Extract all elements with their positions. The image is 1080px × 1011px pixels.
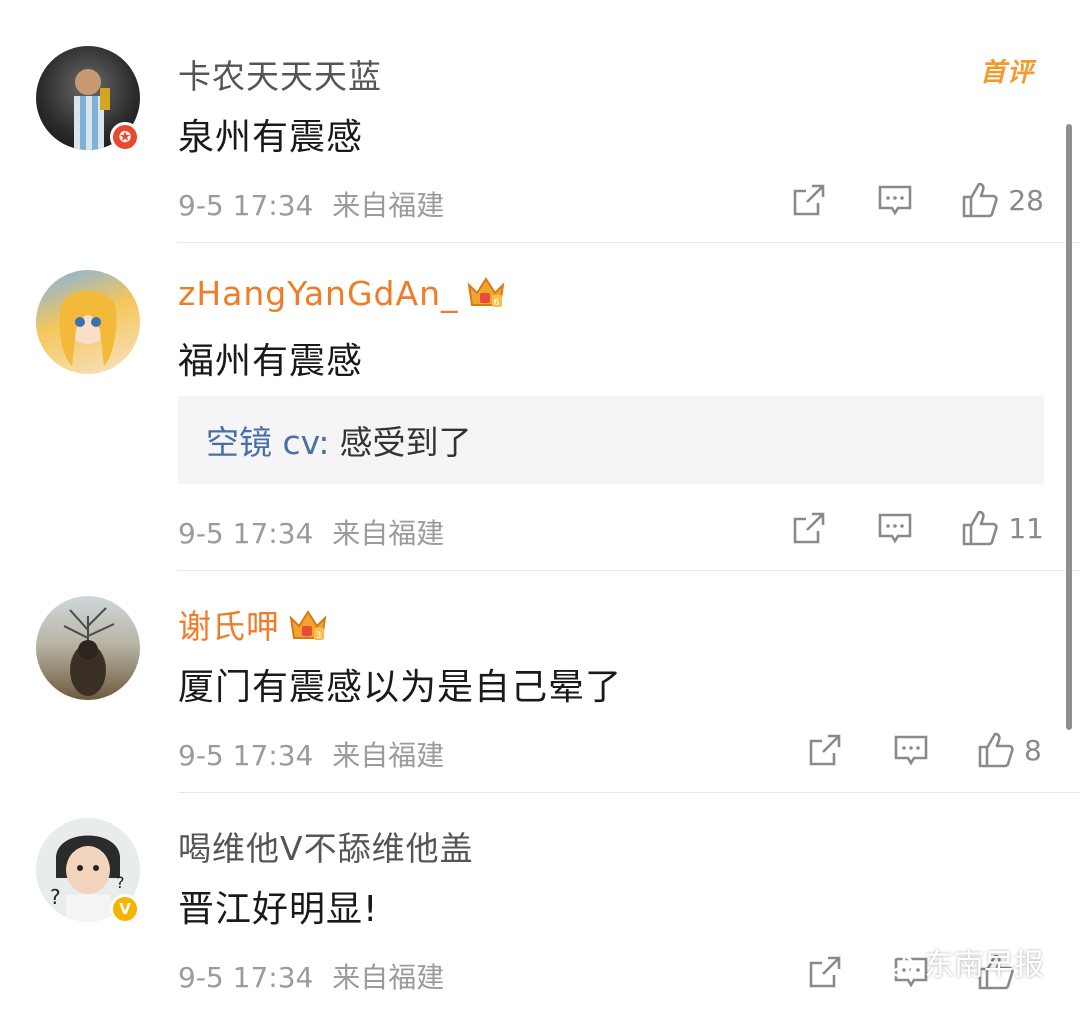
crown-level: 3 (316, 631, 323, 641)
first-comment-tag: 首评 (980, 58, 1035, 88)
comment-meta: 9-5 17:34 来自福建 (178, 734, 444, 774)
reply-username[interactable]: 空镜 cv: (206, 416, 329, 464)
comment-icon (894, 735, 928, 766)
comment-username[interactable]: zHangYanGdAn_ 6 (178, 274, 506, 317)
username-text: zHangYanGdAn_ (178, 274, 459, 313)
thumb-up-icon (963, 182, 999, 218)
thumb-up-icon (978, 732, 1014, 768)
like-button[interactable]: 11 (960, 508, 1044, 548)
reply-button[interactable] (876, 181, 914, 219)
crown-level: 6 (494, 298, 501, 308)
svg-text:?: ? (50, 885, 61, 909)
like-count: 8 (1024, 733, 1042, 767)
share-button[interactable] (790, 509, 828, 547)
wechat-icon (872, 945, 915, 978)
like-button[interactable]: 8 (976, 730, 1044, 770)
like-count: 28 (1008, 183, 1044, 217)
reply-text: 感受到了 (339, 423, 472, 462)
comment-time: 9-5 17:34 (178, 739, 314, 772)
comment-actions: 28 (790, 180, 1044, 220)
thumb-up-icon (963, 510, 999, 546)
share-icon (809, 956, 841, 988)
divider (178, 792, 1080, 793)
crown-icon: 6 (466, 275, 506, 317)
share-icon (809, 734, 841, 766)
comment-username[interactable]: 谢氏呷 3 (178, 600, 328, 650)
comment-meta: 9-5 17:34 来自福建 (178, 956, 444, 996)
comment-meta: 9-5 17:34 来自福建 (178, 512, 444, 552)
svg-text:?: ? (116, 873, 125, 892)
comment-time: 9-5 17:34 (178, 517, 314, 550)
comment-icon (879, 513, 912, 544)
reply-button[interactable] (876, 509, 914, 547)
watermark-text: 东南早报 (924, 948, 1044, 983)
share-button[interactable] (790, 181, 828, 219)
comment-text: 泉州有震感 (178, 117, 364, 158)
comment-location: 来自福建 (332, 739, 445, 772)
watermark: 东南早报 (872, 940, 1044, 984)
like-button[interactable]: 28 (960, 180, 1044, 220)
reply-preview[interactable]: 空镜 cv: 感受到了 (178, 396, 1044, 484)
crown-icon: 3 (288, 608, 328, 650)
comment-text: 厦门有震感以为是自己晕了 (178, 667, 623, 708)
share-button[interactable] (806, 731, 844, 769)
comment-time: 9-5 17:34 (178, 961, 314, 994)
comment-text: 晋江好明显! (178, 889, 379, 930)
comment-location: 来自福建 (332, 961, 445, 994)
share-icon (794, 184, 825, 216)
comment-text: 福州有震感 (178, 341, 364, 382)
reply-button[interactable] (892, 731, 930, 769)
verified-badge-icon: ✪ (110, 122, 140, 152)
comment-location: 来自福建 (332, 517, 445, 550)
username-text: 谢氏呷 (178, 607, 280, 646)
comment-actions: 8 (806, 730, 1044, 770)
comment-icon (879, 185, 912, 216)
comment-actions: 11 (790, 508, 1044, 548)
share-button[interactable] (806, 953, 844, 991)
divider (178, 242, 1080, 243)
comment-meta: 9-5 17:34 来自福建 (178, 184, 444, 224)
comment-username[interactable]: 喝维他V不舔维他盖 (178, 822, 474, 870)
avatar[interactable] (36, 270, 140, 374)
comment-location: 来自福建 (332, 189, 445, 222)
share-icon (794, 512, 825, 544)
verified-badge-icon: V (110, 894, 140, 924)
comment-time: 9-5 17:34 (178, 189, 314, 222)
comment-username[interactable]: 卡农天天天蓝 (178, 50, 382, 98)
like-count: 11 (1008, 511, 1044, 545)
divider (178, 570, 1080, 571)
avatar[interactable] (36, 596, 140, 700)
scrollbar[interactable] (1066, 124, 1072, 730)
